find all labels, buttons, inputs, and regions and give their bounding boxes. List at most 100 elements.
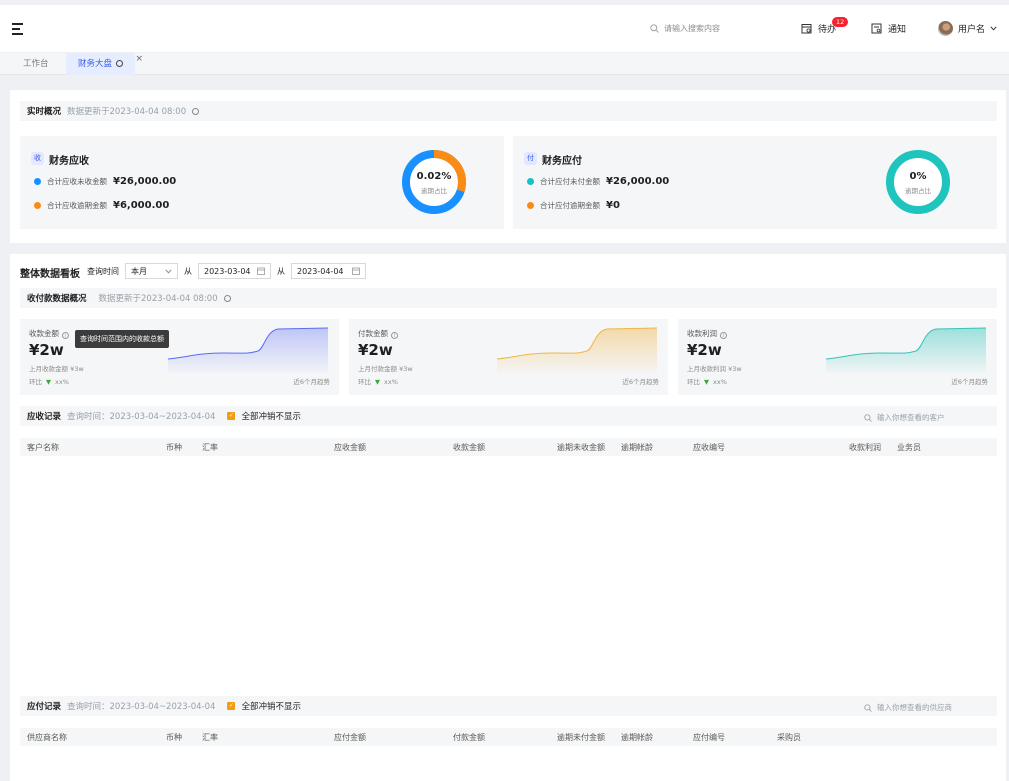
kpi-previous: 上月付款金额 ¥3w <box>358 365 413 373</box>
chevron-down-icon <box>990 26 997 31</box>
overview-header: 实时概况 数据更新于2023-04-04 08:00 <box>20 101 997 121</box>
start-date: 2023-03-04 <box>204 266 251 276</box>
info-icon[interactable]: i <box>62 332 69 339</box>
triangle-down-icon: ▼ <box>46 378 51 386</box>
donut-percent: 0% <box>909 171 927 182</box>
from-label: 从 <box>184 266 192 276</box>
kpi-card-collection: 收款金额 i ¥2w 上月收款金额 ¥3w 环比 ▼ xx% 近6个月趋势 <box>20 319 339 395</box>
tab-label: 财务大盘 <box>78 59 113 69</box>
column-header: 逾期帐龄 <box>621 733 653 742</box>
trend-sparkline <box>168 327 329 373</box>
checkbox[interactable]: ✓ <box>227 412 236 420</box>
kpi-card-profit: 收款利润 i ¥2w 上月收款利润 ¥3w 环比 ▼ xx% 近6个月趋势 <box>678 319 997 395</box>
kpi-ratio: 环比 ▼ xx% <box>29 376 69 386</box>
payables-table-header: 供应商名称 币种 汇率 应付金额 付款金额 逾期未付金额 逾期帐龄 应付编号 采… <box>20 728 997 746</box>
start-date-picker[interactable]: 2023-03-04 <box>198 263 271 279</box>
column-header: 收款利润 <box>849 443 881 452</box>
column-header: 汇率 <box>202 443 218 452</box>
checkbox-label: 全部冲销不显示 <box>241 412 301 422</box>
calendar-icon <box>257 267 265 275</box>
payable-card: 付 财务应付 合计应付未付金额 ¥26,000.00 合计应付逾期金额 ¥0 0… <box>513 136 997 229</box>
info-tooltip: 查询时间范围内的收款总额 <box>75 330 169 348</box>
receivables-range: 查询时间：2023-03-04~2023-04-04 <box>67 412 216 422</box>
notify-button[interactable]: 通知 <box>871 22 906 35</box>
overview-title: 实时概况 <box>27 107 62 117</box>
board-title: 整体数据看板 <box>20 269 80 280</box>
kpi-trend-label: 近6个月趋势 <box>622 378 659 386</box>
payable-row-overdue: 合计应付逾期金额 ¥0 <box>527 200 620 211</box>
row-value: ¥6,000.00 <box>113 200 170 211</box>
receivables-table-header: 客户名称 币种 汇率 应收金额 收款金额 逾期未收金额 逾期帐龄 应收编号 收款… <box>20 438 997 456</box>
from-label: 从 <box>277 266 285 276</box>
ratio-label: 环比 <box>687 378 700 386</box>
global-search-input[interactable]: 请输入搜索内容 <box>650 23 720 34</box>
overview-updated: 数据更新于2023-04-04 08:00 <box>67 107 187 117</box>
chevron-down-icon <box>165 268 172 274</box>
row-label: 合计应收未收金额 <box>47 177 107 186</box>
user-menu[interactable]: 用户名 <box>938 21 997 36</box>
receivable-row-unpaid: 合计应收未收金额 ¥26,000.00 <box>34 176 176 187</box>
top-bar: 请输入搜索内容 待办 12 通知 用户名 <box>0 5 1009 52</box>
checkbox[interactable]: ✓ <box>227 702 236 710</box>
refresh-icon[interactable] <box>192 107 200 115</box>
column-header: 业务员 <box>897 443 921 452</box>
menu-icon[interactable] <box>12 23 23 35</box>
column-header: 应付编号 <box>693 733 725 742</box>
notification-icon <box>871 23 882 34</box>
trend-sparkline <box>497 327 658 373</box>
todo-count-badge: 12 <box>832 17 849 27</box>
blue-dot-icon <box>34 178 41 185</box>
column-header: 客户名称 <box>27 443 59 452</box>
search-icon <box>864 703 872 712</box>
tab-finance-dashboard[interactable]: 财务大盘 × <box>66 53 143 75</box>
info-icon[interactable]: i <box>391 332 398 339</box>
column-header: 应收金额 <box>334 443 366 452</box>
receivable-title: 财务应收 <box>49 156 89 167</box>
ratio-value: xx% <box>384 378 398 386</box>
column-header: 币种 <box>166 443 182 452</box>
row-label: 合计应付逾期金额 <box>540 201 600 210</box>
info-icon[interactable]: i <box>720 332 727 339</box>
column-header: 付款金额 <box>453 733 485 742</box>
receivables-search-input[interactable]: 输入你想查看的客户 <box>864 412 945 423</box>
receivable-chip: 收 <box>31 152 44 165</box>
query-label: 查询时间 <box>87 266 119 276</box>
avatar <box>938 21 953 36</box>
payment-summary-header: 收付款数据概况 数据更新于2023-04-04 08:00 <box>20 288 997 308</box>
donut-percent: 0.02% <box>416 171 452 182</box>
search-placeholder: 输入你想查看的供应商 <box>877 703 952 712</box>
date-filter: 查询时间 本月 从 2023-03-04 从 2023-04-04 <box>87 263 366 279</box>
column-header: 应收编号 <box>693 443 725 452</box>
kpi-ratio: 环比 ▼ xx% <box>358 376 398 386</box>
ratio-value: xx% <box>55 378 69 386</box>
search-placeholder: 请输入搜索内容 <box>664 24 720 33</box>
column-header: 逾期未付金额 <box>557 733 605 742</box>
tab-label: 工作台 <box>23 59 49 69</box>
kpi-value: ¥2w <box>358 341 393 359</box>
payables-title: 应付记录 <box>27 702 62 712</box>
tab-workbench[interactable]: 工作台 <box>23 53 49 75</box>
donut-label: 逾期占比 <box>905 187 931 195</box>
donut-label: 逾期占比 <box>421 187 447 195</box>
refresh-icon[interactable] <box>223 294 231 302</box>
close-icon[interactable]: × <box>135 48 143 70</box>
ratio-label: 环比 <box>29 378 42 386</box>
search-placeholder: 输入你想查看的客户 <box>877 413 945 422</box>
trend-sparkline <box>826 327 987 373</box>
period-value: 本月 <box>131 266 147 276</box>
orange-dot-icon <box>34 202 41 209</box>
payable-row-unpaid: 合计应付未付金额 ¥26,000.00 <box>527 176 669 187</box>
tab-bar: 工作台 财务大盘 × <box>0 53 1009 75</box>
triangle-down-icon: ▼ <box>704 378 709 386</box>
payment-summary-updated: 数据更新于2023-04-04 08:00 <box>98 294 218 304</box>
period-select[interactable]: 本月 <box>125 263 178 279</box>
kpi-ratio: 环比 ▼ xx% <box>687 376 727 386</box>
payment-summary-title: 收付款数据概况 <box>27 294 87 304</box>
todo-button[interactable]: 待办 <box>801 22 836 35</box>
payables-header: 应付记录 查询时间：2023-03-04~2023-04-04 ✓ 全部冲销不显… <box>20 696 997 716</box>
refresh-icon[interactable] <box>116 60 124 67</box>
end-date-picker[interactable]: 2023-04-04 <box>291 263 366 279</box>
search-icon <box>864 413 872 422</box>
payables-search-input[interactable]: 输入你想查看的供应商 <box>864 702 952 713</box>
payable-chip: 付 <box>524 152 537 165</box>
